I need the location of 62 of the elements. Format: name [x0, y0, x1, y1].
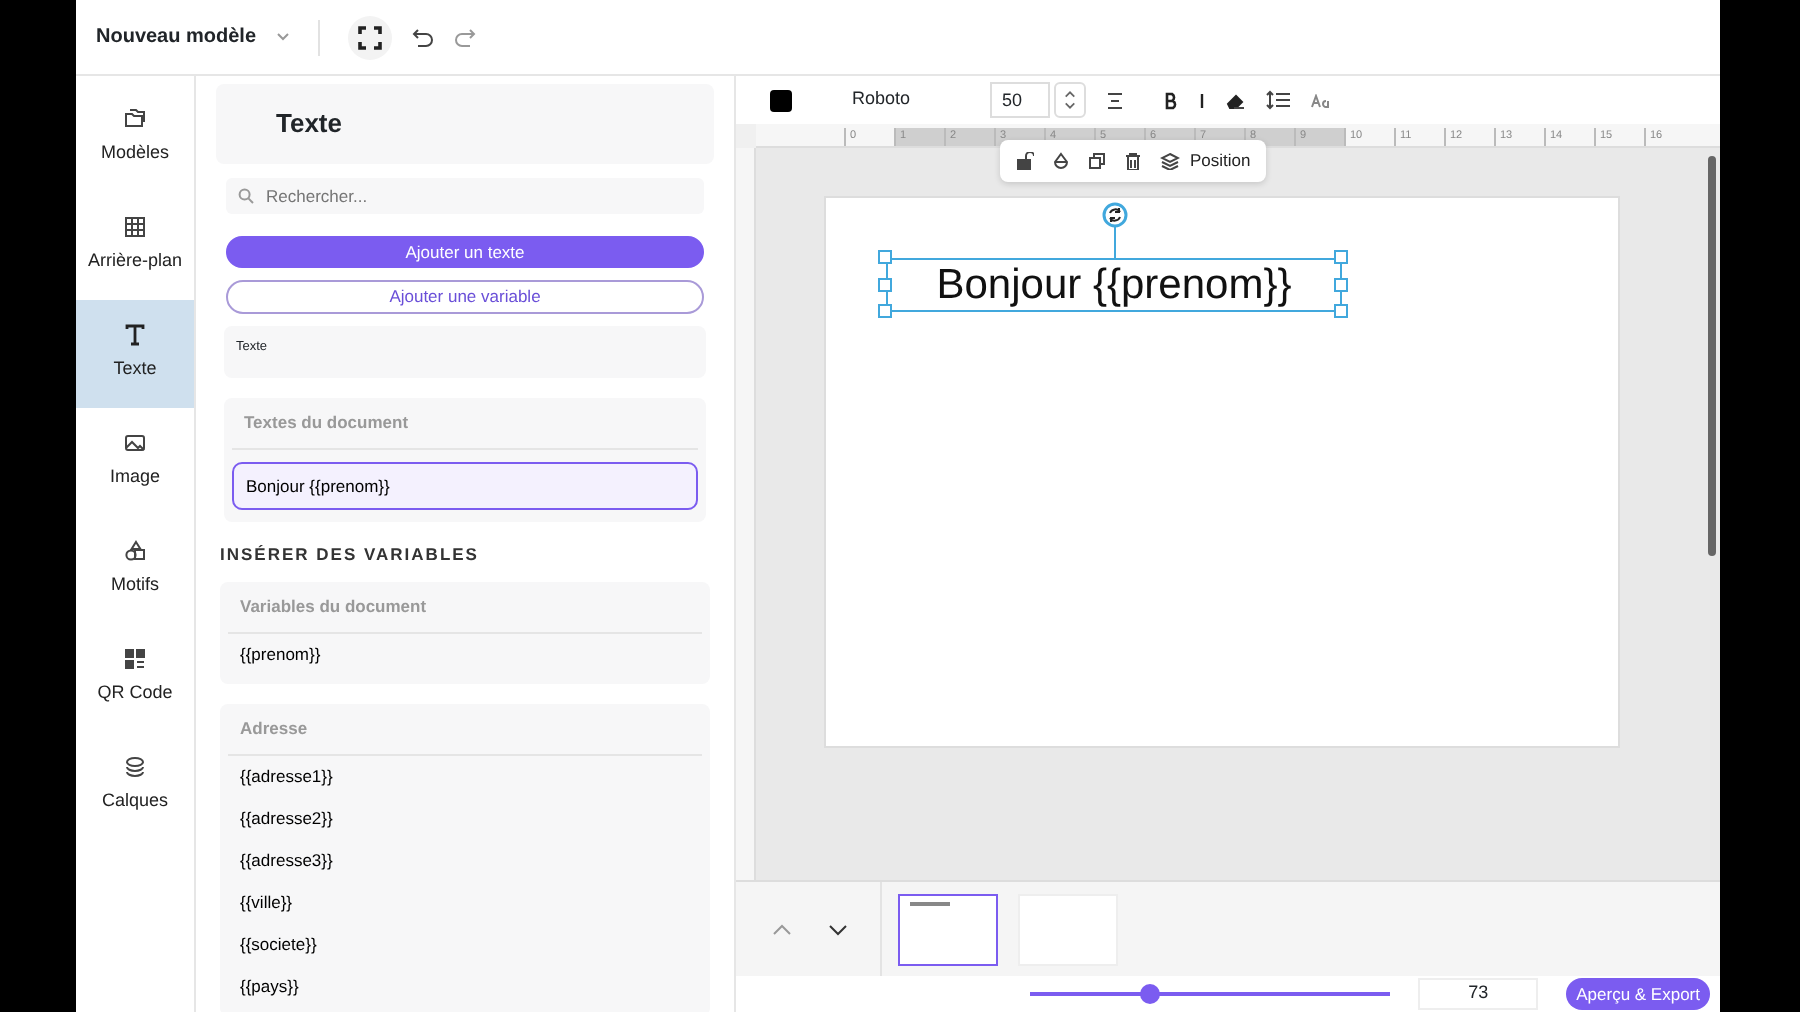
italic-icon[interactable] [1198, 91, 1207, 109]
rotate-connector [1113, 226, 1116, 258]
fullscreen-icon[interactable] [348, 15, 393, 59]
font-size-field[interactable]: 50 [990, 82, 1051, 118]
image-icon [124, 432, 146, 455]
eraser-icon[interactable] [1226, 91, 1247, 109]
font-selector[interactable]: Roboto [852, 86, 911, 114]
section-heading: INSÉRER DES VARIABLES [218, 542, 481, 569]
color-swatch[interactable] [770, 89, 792, 111]
chevron-up-icon[interactable] [772, 923, 792, 935]
zoom-field[interactable]: 73 [1418, 978, 1539, 1010]
add-button[interactable]: Ajouter un texte [226, 235, 704, 269]
variable-item[interactable]: {{societe}} [220, 923, 710, 965]
sidebar-item[interactable]: Texte [76, 300, 194, 408]
scrollbar[interactable] [1708, 156, 1716, 556]
sidebar-item[interactable]: QR Code [76, 624, 194, 732]
chevron-down-icon[interactable] [828, 923, 848, 935]
text-case-icon[interactable] [1310, 93, 1331, 107]
sidebar-item[interactable]: Image [76, 408, 194, 516]
variable-item[interactable]: {{pays}} [220, 965, 710, 1007]
unlock-icon[interactable] [1016, 152, 1034, 170]
add-button[interactable]: Ajouter une variable [226, 280, 704, 314]
stepper[interactable] [1054, 82, 1087, 118]
align-center-icon[interactable] [1106, 91, 1125, 109]
document-text-item[interactable]: Bonjour {{prenom}} [232, 461, 698, 511]
section-title: Textes du document [232, 397, 698, 449]
text-icon [124, 324, 146, 347]
bold-icon[interactable] [1164, 91, 1179, 109]
variable-item[interactable]: {{adresse1}} [220, 755, 710, 797]
panel-title: Texte [216, 84, 714, 163]
export-button[interactable]: Aperçu & Export [1566, 978, 1710, 1010]
position-button[interactable]: Position [1160, 148, 1251, 174]
sidebar-item[interactable]: Motifs [76, 516, 194, 624]
opacity-icon[interactable] [1052, 152, 1070, 170]
selected-text-box[interactable]: Bonjour {{prenom}} [886, 258, 1342, 312]
search-field[interactable]: Rechercher... [226, 177, 704, 213]
section-title: Variables du document [228, 582, 702, 634]
line-spacing-icon[interactable] [1266, 90, 1291, 110]
redo-icon[interactable] [454, 27, 477, 47]
duplicate-icon[interactable] [1088, 152, 1106, 170]
rotate-icon[interactable] [1101, 201, 1127, 228]
grid-icon [124, 216, 146, 239]
section-title: Adresse [228, 703, 702, 755]
variable-item[interactable]: {{adresse2}} [220, 797, 710, 839]
text-preview-line [910, 901, 950, 905]
layers-icon [1160, 152, 1180, 170]
layers-icon [124, 756, 146, 779]
folders-icon [124, 108, 146, 131]
page-thumbnail[interactable] [898, 893, 998, 965]
shapes-icon [124, 540, 146, 563]
caret-icon[interactable] [276, 32, 291, 42]
qr-code-icon [124, 648, 146, 671]
sidebar-item[interactable]: Arrière-plan [76, 192, 194, 300]
sidebar-item[interactable]: Modèles [76, 84, 194, 192]
sidebar-item[interactable]: Calques [76, 732, 194, 840]
variable-item[interactable]: {{prenom}} [220, 633, 710, 676]
variable-item[interactable]: {{adresse3}} [220, 839, 710, 881]
slider-thumb[interactable] [1139, 984, 1159, 1004]
trash-icon[interactable] [1124, 152, 1142, 170]
template-title[interactable]: Nouveau modèle [96, 22, 257, 52]
undo-icon[interactable] [412, 27, 435, 47]
variable-item[interactable]: {{ville}} [220, 881, 710, 923]
